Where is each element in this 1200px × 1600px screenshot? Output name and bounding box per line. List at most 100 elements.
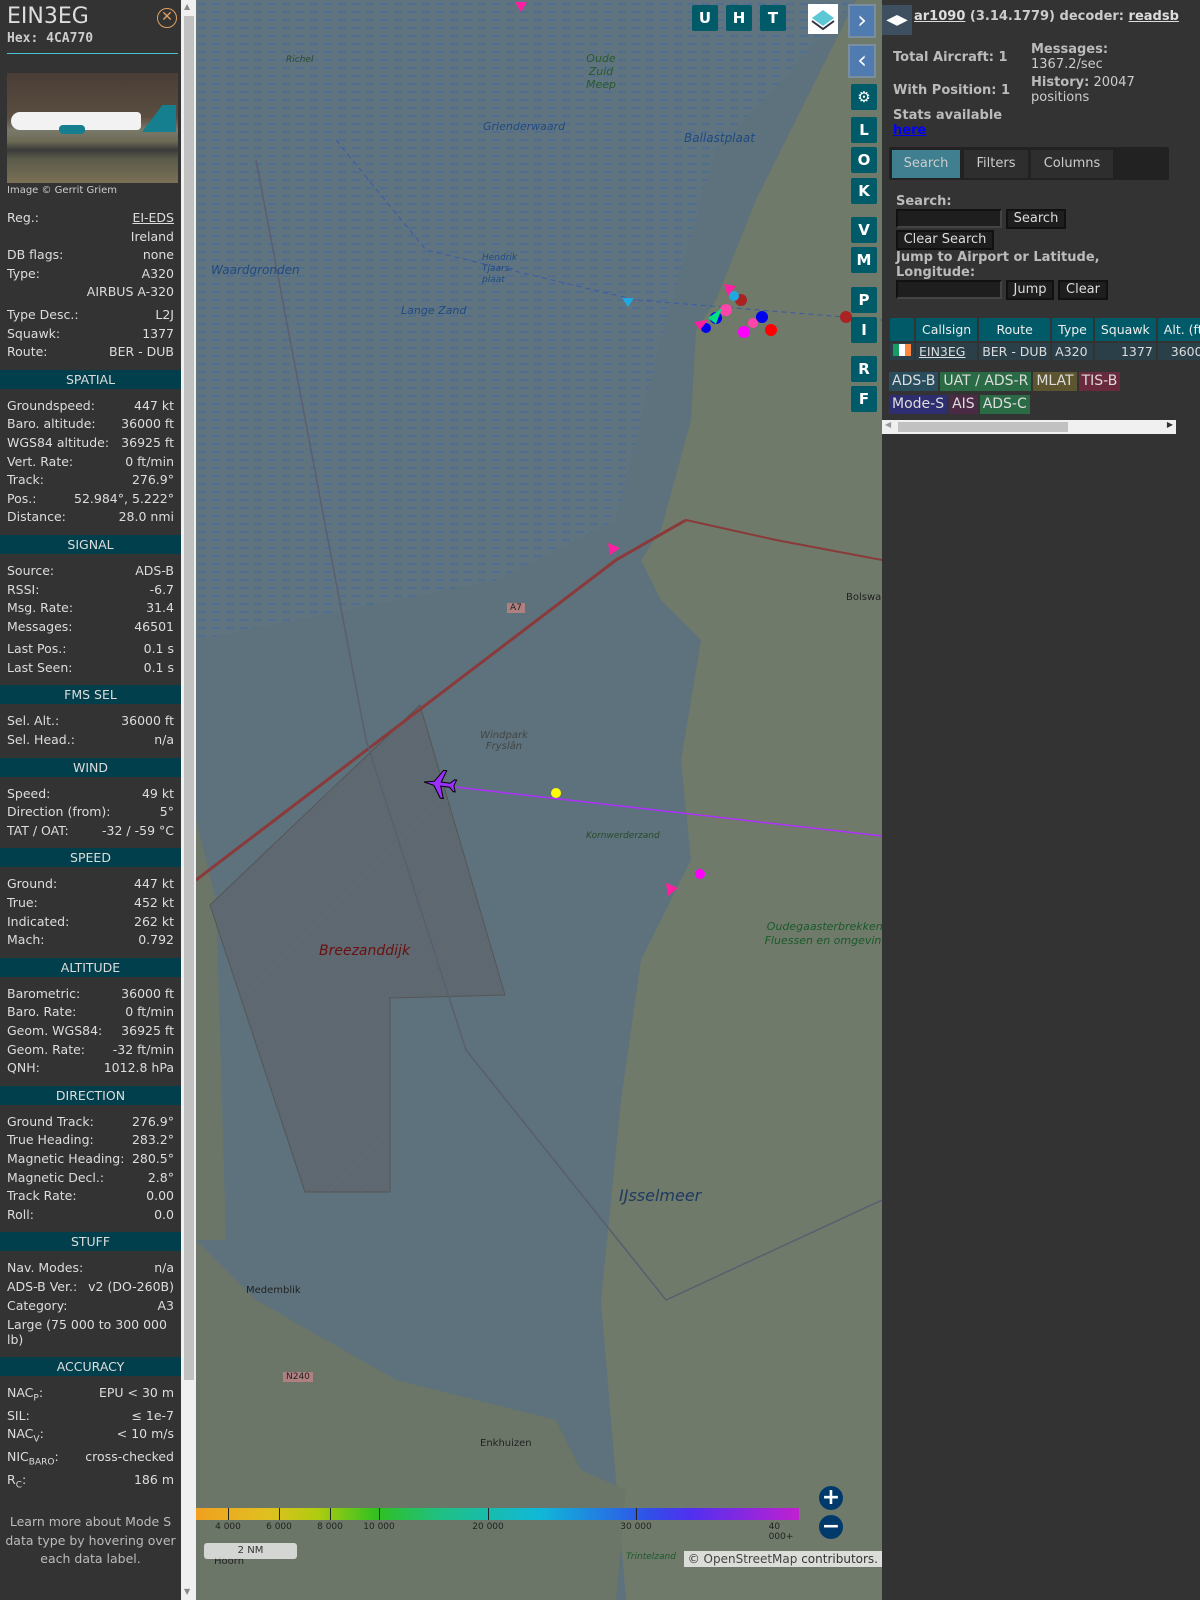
row-label-sub: V (33, 1434, 40, 1445)
row-label: RSSI: (7, 581, 39, 600)
cell-squawk: 1377 (1094, 343, 1156, 360)
decoder-link[interactable]: readsb (1129, 9, 1179, 24)
cell-route: BER - DUB (979, 343, 1051, 360)
chevron-left-icon[interactable]: ‹ (848, 44, 876, 78)
detail-row: ADS-B Ver.: v2 (DO-260B) (0, 1278, 181, 1297)
tab-bar: Search Filters Columns (889, 147, 1169, 180)
section-header-signal: SIGNAL (0, 534, 181, 554)
clear-button[interactable]: Clear (1058, 280, 1108, 300)
map-button-l[interactable]: L (851, 117, 877, 143)
row-label: Baro. Rate: (7, 1003, 76, 1022)
layers-icon[interactable] (808, 4, 838, 34)
map-button-p[interactable]: P (851, 287, 877, 313)
aircraft-detail-panel: EIN3EG Hex: 4CA770 ✕ Image © Gerrit Grie… (0, 0, 181, 1600)
clear-search-button[interactable]: Clear Search (896, 230, 994, 250)
map-button-h[interactable]: H (726, 5, 752, 31)
legend-tick-label: 30 000 (620, 1522, 652, 1532)
row-label-text: Messages: (7, 618, 73, 634)
row-label-text: Track Rate: (7, 1188, 77, 1204)
row-label-text: Last Pos.: (7, 641, 67, 657)
row-label: TAT / OAT: (7, 822, 69, 841)
detail-row: Source: ADS-B (0, 562, 181, 581)
map-button-v[interactable]: V (851, 217, 877, 243)
source-badge-uat-ads-r: UAT / ADS-R (940, 372, 1032, 391)
gear-icon[interactable]: ⚙ (851, 84, 877, 110)
detail-row: Baro. Rate: 0 ft/min (0, 1003, 181, 1022)
row-value: -32 ft/min (112, 1041, 174, 1057)
zoom-out-button[interactable]: − (819, 1515, 843, 1539)
detail-row: NACV: < 10 m/s (0, 1425, 181, 1445)
zoom-in-button[interactable]: + (819, 1486, 843, 1510)
row-label: Vert. Rate: (7, 453, 73, 472)
table-horizontal-scrollbar[interactable]: ◀ ▶ (882, 420, 1176, 434)
legend-tick-label: 8 000 (317, 1522, 343, 1532)
cell-callsign[interactable]: EIN3EG (916, 343, 978, 360)
row-value: 0.792 (138, 932, 174, 948)
detail-row: QNH: 1012.8 hPa (0, 1059, 181, 1078)
tab-columns[interactable]: Columns (1031, 150, 1113, 178)
map-button-r[interactable]: R (851, 356, 877, 382)
row-label-text: Speed: (7, 785, 51, 801)
row-label: Squawk: (7, 325, 60, 344)
row-value: 36925 ft (121, 434, 174, 450)
messages-value: 1367.2/sec (1031, 57, 1103, 72)
search-button[interactable]: Search (1006, 209, 1066, 229)
row-value: cross-checked (85, 1448, 174, 1464)
land-west (196, 820, 226, 1240)
row-value: 447 kt (134, 397, 174, 413)
tab-filters[interactable]: Filters (964, 150, 1028, 178)
row-label-text: True Heading: (7, 1132, 94, 1148)
table-row[interactable]: EIN3EG BER - DUB A320 1377 36000 (890, 343, 1200, 360)
row-label-text: NAC (7, 1385, 34, 1401)
jump-input[interactable] (896, 280, 1002, 299)
stats-link[interactable]: here (893, 123, 926, 138)
col-type[interactable]: Type (1052, 318, 1093, 341)
row-label: Direction (from): (7, 803, 111, 822)
map-button-u[interactable]: U (692, 5, 718, 31)
search-input[interactable] (896, 209, 1002, 228)
row-label-text: Geom. Rate: (7, 1041, 86, 1057)
row-label: Msg. Rate: (7, 599, 73, 618)
detail-row: Roll: 0.0 (0, 1206, 181, 1225)
col-flag[interactable] (890, 318, 914, 341)
map-button-k[interactable]: K (851, 178, 877, 204)
row-label: Messages: (7, 618, 73, 637)
col-callsign[interactable]: Callsign (916, 318, 978, 341)
panel-toggle-icon[interactable]: ◀▶ (882, 5, 912, 35)
detail-scrollbar[interactable]: ▲ ▼ (181, 0, 196, 1600)
map-button-f[interactable]: F (851, 386, 877, 412)
aircraft-photo[interactable] (7, 73, 178, 183)
map-button-t[interactable]: T (760, 5, 786, 31)
map[interactable]: Richel Oude Zuid Meep Grienderwaard Ball… (196, 0, 882, 1600)
close-icon[interactable]: ✕ (157, 8, 177, 28)
row-value: n/a (154, 1260, 174, 1276)
row-value[interactable]: EI-EDS (132, 209, 174, 228)
app-link[interactable]: ar1090 (914, 9, 965, 24)
detail-row: Last Seen: 0.1 s (0, 659, 181, 678)
jump-button[interactable]: Jump (1006, 280, 1054, 300)
aircraft-list-panel: ◀▶ ar1090 (3.14.1779) decoder: readsb To… (882, 0, 1200, 1600)
row-label-sub: BARO (28, 1457, 55, 1468)
osm-link[interactable]: OpenStreetMap (704, 1552, 798, 1566)
map-button-o[interactable]: O (851, 147, 877, 173)
row-value: 36000 ft (121, 985, 174, 1001)
chevron-right-icon[interactable]: › (848, 4, 876, 38)
legend-tick (379, 1508, 380, 1520)
col-altitude[interactable]: Alt. (ft) (1157, 318, 1200, 341)
row-label-text: Source: (7, 562, 55, 578)
map-button-i[interactable]: I (851, 317, 877, 343)
map-button-m[interactable]: M (851, 247, 877, 273)
detail-row: Barometric: 36000 ft (0, 985, 181, 1004)
map-label: Oude Zuid Meep (585, 52, 616, 91)
search-label: Search: (896, 194, 952, 209)
row-value: none (142, 247, 174, 263)
col-route[interactable]: Route (979, 318, 1051, 341)
row-label-text: Vert. Rate: (7, 453, 74, 469)
scale-bar: 2 NM (204, 1543, 297, 1559)
col-squawk[interactable]: Squawk (1094, 318, 1156, 341)
detail-row: RC: 186 m (0, 1471, 181, 1491)
section-header-wind: WIND (0, 757, 181, 777)
detail-row: Squawk: 1377 (0, 325, 181, 344)
tab-search[interactable]: Search (892, 150, 960, 178)
row-value: 31.4 (146, 600, 174, 616)
